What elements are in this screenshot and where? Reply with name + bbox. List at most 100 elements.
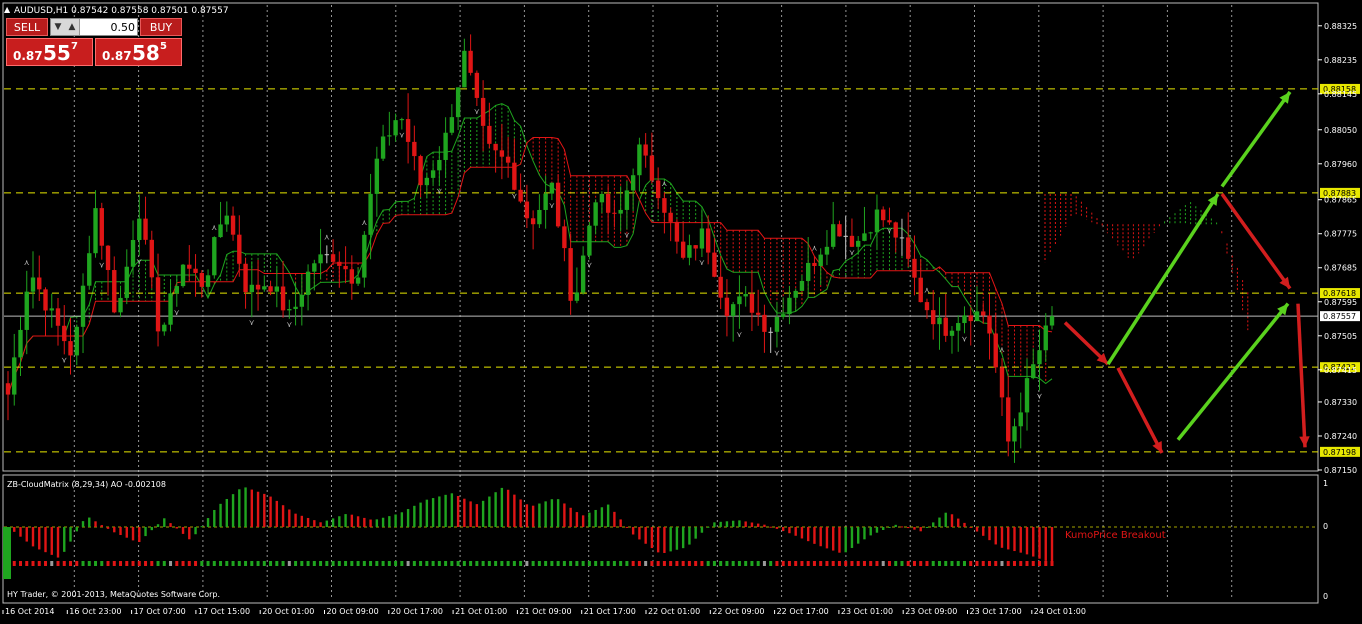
chart-area: 0.88158 0.87883 0.87618 0.87422 0.87198 0.875… [0,0,1362,620]
x-axis-label: 20 Oct 09:00 [327,607,379,616]
ao-bar [800,527,804,539]
x-axis-label: 21 Oct 17:00 [584,607,636,616]
fractal-down-icon: ⋎ [774,348,780,357]
matrix-signal-dot [650,561,654,566]
fractal-down-icon: ⋎ [886,226,892,235]
candle-body [906,237,911,259]
matrix-signal-dot [494,561,498,566]
matrix-signal-dot [444,561,448,566]
ao-bar [907,527,910,529]
indicator-scale-zero: 0 [1323,522,1328,531]
matrix-signal-dot [600,561,604,566]
ao-bar [600,507,604,527]
candle-body [487,125,492,144]
ao-bar [306,517,310,527]
ao-bar [263,493,266,527]
candle-body [299,294,305,307]
matrix-signal-dot [462,561,466,566]
ao-bar [225,498,229,527]
ao-bar [75,527,78,532]
lot-increase-icon[interactable]: ▲ [65,19,80,35]
ao-bar [544,501,547,527]
candle-body [68,341,73,356]
ao-bar [381,517,385,527]
candle-body [749,294,755,313]
lot-size-input[interactable] [81,19,135,35]
x-axis-label: 24 Oct 01:00 [1034,607,1086,616]
ao-bar [519,499,522,527]
candle-body [949,330,955,336]
matrix-signal-dot [787,561,791,566]
x-axis-label: 21 Oct 09:00 [519,607,571,616]
matrix-signal-dot [837,561,841,566]
ao-bar [269,496,272,527]
lot-decrease-icon[interactable]: ▼ [51,19,66,35]
candle-body [393,120,398,136]
candle-body [555,182,561,227]
candle-body [831,224,836,247]
matrix-signal-dot [956,561,960,566]
matrix-signal-dot [562,561,566,566]
buy-button[interactable]: BUY [140,18,182,36]
candle-body [987,315,992,334]
matrix-signal-dot [1044,561,1048,566]
ao-bar [94,521,97,527]
ao-bar [494,492,497,527]
matrix-signal-dot [487,561,491,566]
candle-body [699,228,705,249]
ao-bar [531,505,535,527]
sell-button[interactable]: SELL [6,18,48,36]
matrix-signal-dot [369,561,373,566]
candle-body [580,255,586,293]
candle-body [80,285,86,327]
fractal-down-icon: ⋎ [624,231,630,240]
buy-price-button[interactable]: 0.87 58 5 [95,38,182,66]
x-axis-label: 16 Oct 23:00 [69,607,121,616]
ao-bar [813,527,816,544]
ao-bar [169,523,172,527]
matrix-signal-dot [94,561,98,566]
chart-menu-arrow-icon[interactable]: ▲ [4,5,11,14]
matrix-signal-dot [87,561,91,566]
matrix-signal-dot [744,561,748,566]
candle-body [668,212,673,222]
x-axis-label: 16 Oct 2014 [5,607,54,616]
ao-bar [38,527,41,550]
fractal-up-icon: ⋏ [211,223,217,232]
candle-body [662,198,667,213]
ao-bar [338,516,341,527]
ao-bar [231,494,235,527]
matrix-signal-dot [706,561,710,566]
candle-body [349,269,355,284]
ao-bar [256,491,260,527]
ao-bar [350,514,354,527]
y-axis-label: 0.87865 [1324,196,1357,205]
ao-bar [481,500,485,527]
matrix-signal-dot [1031,561,1035,566]
ao-bar [319,522,322,527]
candle-body [155,277,161,332]
matrix-signal-dot [262,561,266,566]
candle-body [143,218,148,240]
matrix-signal-dot [162,561,166,566]
candle-body [193,268,198,273]
matrix-signal-dot [981,561,985,566]
ao-bar [706,526,710,528]
x-axis-label: 20 Oct 17:00 [391,607,443,616]
candle-body [774,316,780,332]
ao-bar [900,526,904,528]
ao-bar [438,496,441,527]
x-axis-label: 22 Oct 09:00 [712,607,764,616]
candle-body [424,177,430,186]
matrix-signal-dot [125,561,129,566]
matrix-signal-dot [119,561,123,566]
indicator-scale-max: 1 [1323,479,1328,488]
ao-bar [838,527,841,553]
ao-bar [750,522,754,527]
sell-price-button[interactable]: 0.87 55 7 [6,38,93,66]
ao-bar [850,527,854,548]
candle-body [368,193,373,235]
ao-bar [932,522,935,527]
ao-bar [69,527,72,542]
fractal-down-icon: ⋎ [586,260,592,269]
